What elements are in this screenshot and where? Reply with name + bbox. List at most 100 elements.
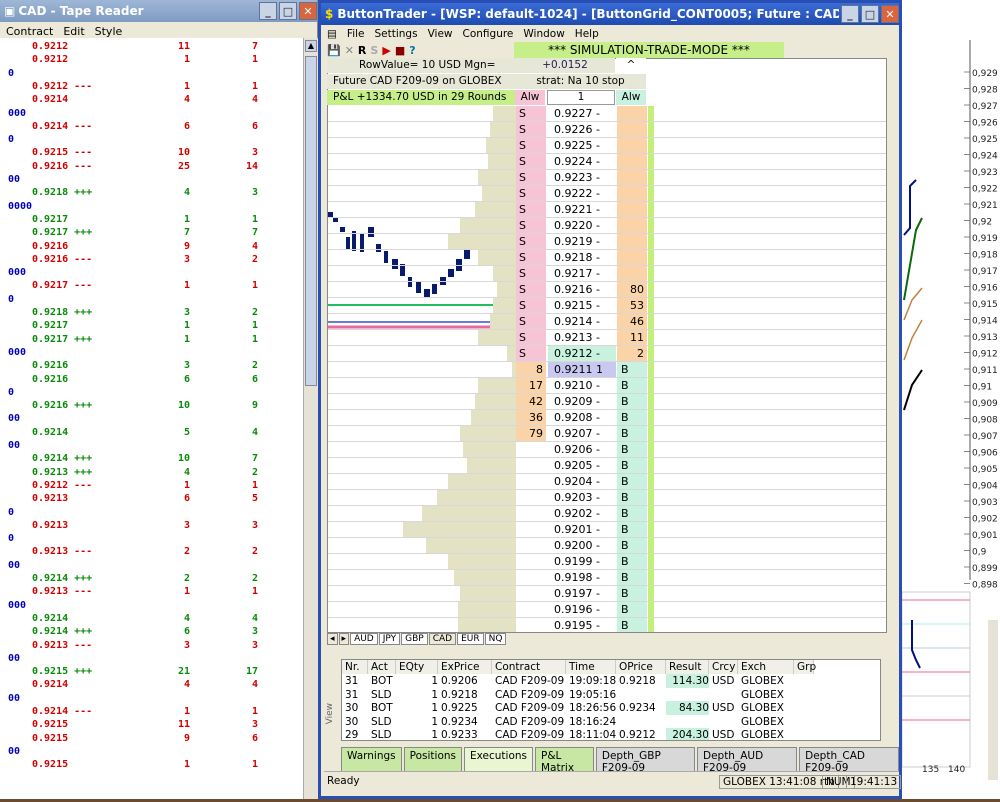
exec-cell[interactable]: 19:05:16 [566,688,616,702]
exec-cell[interactable]: 18:11:04 [566,728,616,740]
exec-header[interactable]: Exch [738,660,794,674]
exec-cell[interactable]: USD [709,701,738,715]
tab-nav-right-icon[interactable]: ▸ [338,633,350,645]
price-cell[interactable]: 0.9199 - [548,554,616,569]
bid-volume-cell[interactable]: 36 [516,410,546,425]
exec-cell[interactable]: GLOBEX [738,674,794,688]
exec-cell[interactable]: GLOBEX [738,715,794,729]
order-cell[interactable] [617,266,647,281]
price-cell[interactable]: 0.9214 - [548,314,616,329]
offer-volume-cell[interactable]: 46 [617,314,647,329]
price-cell[interactable]: 0.9216 - [548,282,616,297]
sell-cell[interactable]: S [516,154,546,169]
menu-view[interactable]: View [428,28,453,40]
buy-cell[interactable]: B [617,522,647,537]
exec-cell[interactable]: SLD [368,728,396,740]
exec-cell[interactable]: 204.30 [666,728,709,740]
tab-nq[interactable]: NQ [484,633,507,645]
price-cell[interactable]: 0.9196 - [548,602,616,617]
price-cell[interactable]: 0.9200 - [548,538,616,553]
price-cell[interactable]: 0.9208 - [548,410,616,425]
exec-cell[interactable]: GLOBEX [738,701,794,715]
price-cell[interactable]: 0.9203 - [548,490,616,505]
exec-cell[interactable]: 31 [342,688,368,702]
buy-cell[interactable]: B [617,426,647,441]
exec-cell[interactable]: 0.9233 [438,728,492,740]
exec-cell[interactable]: 1 [396,701,438,715]
exec-cell[interactable] [666,715,709,729]
sell-cell[interactable]: S [516,170,546,185]
price-cell[interactable]: 0.9223 - [548,170,616,185]
price-cell[interactable]: 0.9224 - [548,154,616,169]
price-cell[interactable]: 0.9222 - [548,186,616,201]
exec-cell[interactable]: 0.9234 [616,701,666,715]
exec-cell[interactable]: CAD F209-09 [492,701,566,715]
exec-cell[interactable] [794,688,814,702]
exec-cell[interactable]: 30 [342,715,368,729]
stop-icon[interactable]: ■ [395,42,405,58]
exec-cell[interactable]: CAD F209-09 [492,728,566,740]
quantity-field[interactable]: 1 [547,90,615,105]
exec-header[interactable]: ExPrice [438,660,492,674]
sell-cell[interactable]: S [516,314,546,329]
exec-cell[interactable]: 0.9218 [616,674,666,688]
order-cell[interactable] [617,234,647,249]
exec-header[interactable]: Time [566,660,616,674]
exec-header[interactable]: OPrice [616,660,666,674]
order-cell[interactable] [617,186,647,201]
buy-cell[interactable]: B [617,506,647,521]
tab-gbp[interactable]: GBP [401,633,428,645]
sell-allow-button[interactable]: Alw [515,90,545,105]
exec-header[interactable]: Contract [492,660,566,674]
order-cell[interactable] [617,250,647,265]
save-icon[interactable]: 💾 [327,42,341,58]
exec-cell[interactable]: 84.30 [666,701,709,715]
order-cell[interactable] [617,122,647,137]
sell-cell[interactable]: S [516,330,546,345]
price-cell[interactable]: 0.9205 - [548,458,616,473]
exec-cell[interactable]: USD [709,674,738,688]
order-cell[interactable] [617,154,647,169]
exec-cell[interactable]: 31 [342,674,368,688]
s-button[interactable]: S [370,42,378,58]
buy-cell[interactable]: B [617,602,647,617]
exec-cell[interactable]: USD [709,728,738,740]
minimize-icon[interactable]: _ [841,5,859,23]
exec-cell[interactable]: BOT [368,674,396,688]
sell-cell[interactable]: S [516,138,546,153]
exec-cell[interactable] [794,715,814,729]
sell-cell[interactable]: S [516,202,546,217]
price-cell[interactable]: 0.9215 - [548,298,616,313]
buy-cell[interactable]: B [617,586,647,601]
exec-cell[interactable]: 29 [342,728,368,740]
tab-aud[interactable]: AUD [350,633,378,645]
menu-configure[interactable]: Configure [463,28,514,40]
tab-eur[interactable]: EUR [457,633,484,645]
price-cell[interactable]: 0.9204 - [548,474,616,489]
buy-allow-button[interactable]: Alw [616,90,646,105]
exec-cell[interactable]: GLOBEX [738,728,794,740]
order-cell[interactable] [617,106,647,121]
buy-cell[interactable]: B [617,490,647,505]
maximize-icon[interactable]: □ [861,5,879,23]
sell-cell[interactable]: S [516,346,546,361]
exec-cell[interactable]: 0.9225 [438,701,492,715]
exec-cell[interactable]: 1 [396,688,438,702]
scroll-up-icon[interactable]: ▲ [305,40,317,52]
exec-cell[interactable] [709,715,738,729]
price-cell[interactable]: 0.9226 - [548,122,616,137]
exec-cell[interactable] [794,674,814,688]
sell-cell[interactable]: S [516,186,546,201]
menu-edit[interactable]: Edit [63,25,84,38]
exec-header[interactable]: Crcy [709,660,738,674]
buy-cell[interactable]: B [617,554,647,569]
menu-window[interactable]: Window [523,28,564,40]
exec-header[interactable]: Nr. [342,660,368,674]
price-cell[interactable]: 0.9225 - [548,138,616,153]
exec-cell[interactable]: 0.9212 [616,728,666,740]
exec-cell[interactable]: 30 [342,701,368,715]
exec-cell[interactable] [616,715,666,729]
bid-volume-cell[interactable]: 42 [516,394,546,409]
exec-cell[interactable]: GLOBEX [738,688,794,702]
price-cell[interactable]: 0.9206 - [548,442,616,457]
